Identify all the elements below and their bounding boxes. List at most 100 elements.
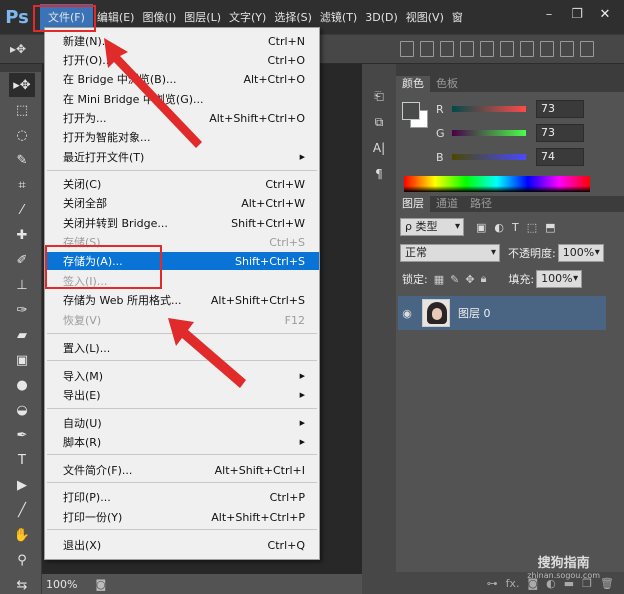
character-panel-icon[interactable]: A| <box>368 138 390 158</box>
restore-icon[interactable]: ❐ <box>564 4 590 24</box>
lock-position-icon[interactable]: ✥ <box>465 273 474 286</box>
tab-layers[interactable]: 图层 <box>396 196 430 212</box>
healing-brush-tool-icon[interactable]: ✚ <box>9 223 35 247</box>
dodge-tool-icon[interactable]: ◒ <box>9 398 35 422</box>
menu-filter[interactable]: 滤镜(T) <box>316 4 361 30</box>
distribute-top-icon[interactable] <box>520 41 534 57</box>
move-tool-icon[interactable]: ▸✥ <box>9 73 35 97</box>
menu-item-file-info[interactable]: 文件简介(F)... Alt+Shift+Ctrl+I <box>45 461 319 479</box>
layer-filter-kind-select[interactable]: ρ 类型 <box>400 218 464 236</box>
filter-shape-icon[interactable]: ⬚ <box>527 221 537 234</box>
lock-image-icon[interactable]: ✎ <box>450 273 459 286</box>
gradient-tool-icon[interactable]: ▣ <box>9 348 35 372</box>
align-bottom-icon[interactable] <box>440 41 454 57</box>
history-panel-icon[interactable]: ⎗ <box>368 86 390 106</box>
blur-tool-icon[interactable]: ● <box>9 373 35 397</box>
quick-select-tool-icon[interactable]: ✎ <box>9 148 35 172</box>
clone-stamp-tool-icon[interactable]: ⊥ <box>9 273 35 297</box>
menu-item-browse-bridge[interactable]: 在 Bridge 中浏览(B)... Alt+Ctrl+O <box>45 70 319 88</box>
submenu-arrow-icon: ▶ <box>299 419 305 427</box>
type-tool-icon[interactable]: T <box>9 448 35 472</box>
tab-swatches[interactable]: 色板 <box>430 76 464 92</box>
opacity-input[interactable]: 100% <box>557 244 604 262</box>
swap-colors-icon[interactable]: ⇆ <box>9 573 35 594</box>
menu-item-new[interactable]: 新建(N)... Ctrl+N <box>45 32 319 50</box>
menu-item-close-go-bridge[interactable]: 关闭并转到 Bridge... Shift+Ctrl+W <box>45 214 319 232</box>
eraser-tool-icon[interactable]: ▰ <box>9 323 35 347</box>
menu-window[interactable]: 窗 <box>448 4 467 30</box>
green-label: G <box>436 126 445 140</box>
red-slider[interactable] <box>452 106 526 112</box>
menu-item-open-recent[interactable]: 最近打开文件(T) ▶ <box>45 148 319 166</box>
menu-3d[interactable]: 3D(D) <box>361 4 402 30</box>
align-hcenter-icon[interactable] <box>480 41 494 57</box>
close-icon[interactable]: ✕ <box>592 4 618 24</box>
menu-item-open-smart-object[interactable]: 打开为智能对象... <box>45 128 319 146</box>
link-icon[interactable]: ⊶ <box>487 577 498 590</box>
marquee-tool-icon[interactable]: ⬚ <box>9 98 35 122</box>
menu-item-automate[interactable]: 自动(U) ▶ <box>45 414 319 432</box>
visibility-eye-icon[interactable]: ◉ <box>398 307 416 320</box>
menu-item-close[interactable]: 关闭(C) Ctrl+W <box>45 175 319 193</box>
brush-tool-icon[interactable]: ✐ <box>9 248 35 272</box>
green-slider[interactable] <box>452 130 526 136</box>
pen-tool-icon[interactable]: ✒ <box>9 423 35 447</box>
lasso-tool-icon[interactable]: ◌ <box>9 123 35 147</box>
actions-panel-icon[interactable]: ⧉ <box>368 112 390 132</box>
path-select-tool-icon[interactable]: ▶ <box>9 473 35 497</box>
fill-input[interactable]: 100% <box>536 270 583 288</box>
crop-tool-icon[interactable]: ⌗ <box>9 173 35 197</box>
blue-value-input[interactable]: 74 <box>536 148 584 166</box>
menu-item-open[interactable]: 打开(O)... Ctrl+O <box>45 51 319 69</box>
filter-pixel-icon[interactable]: ▣ <box>476 221 486 234</box>
red-value-input[interactable]: 73 <box>536 100 584 118</box>
lock-transparent-icon[interactable]: ▦ <box>434 273 444 286</box>
menu-item-revert[interactable]: 恢复(V) F12 <box>45 311 319 329</box>
distribute-bottom-icon[interactable] <box>560 41 574 57</box>
filter-type-icon[interactable]: T <box>512 221 519 234</box>
trash-icon[interactable]: 🗑︎ <box>600 577 614 590</box>
menu-item-print-one-copy[interactable]: 打印一份(Y) Alt+Shift+Ctrl+P <box>45 508 319 526</box>
tab-color[interactable]: 颜色 <box>396 76 430 92</box>
layer-name[interactable]: 图层 0 <box>458 305 491 321</box>
eyedropper-tool-icon[interactable]: ⁄ <box>9 198 35 222</box>
zoom-level[interactable]: 100% <box>46 578 77 591</box>
zoom-tool-icon[interactable]: ⚲ <box>9 548 35 572</box>
menu-item-print[interactable]: 打印(P)... Ctrl+P <box>45 488 319 506</box>
menu-item-open-as[interactable]: 打开为... Alt+Shift+Ctrl+O <box>45 109 319 127</box>
history-brush-tool-icon[interactable]: ✑ <box>9 298 35 322</box>
menu-item-browse-mini-bridge[interactable]: 在 Mini Bridge 中浏览(G)... <box>45 90 319 108</box>
menu-item-close-all[interactable]: 关闭全部 Alt+Ctrl+W <box>45 194 319 212</box>
hand-tool-icon[interactable]: ✋ <box>9 523 35 547</box>
menu-view[interactable]: 视图(V) <box>402 4 448 30</box>
blue-slider[interactable] <box>452 154 526 160</box>
layer-row[interactable]: ◉ 图层 0 <box>398 296 606 330</box>
color-spectrum-ramp[interactable] <box>404 176 590 192</box>
align-right-icon[interactable] <box>500 41 514 57</box>
lock-all-icon[interactable]: 🔒︎ <box>481 272 487 286</box>
green-value-input[interactable]: 73 <box>536 124 584 142</box>
filter-smart-object-icon[interactable]: ⬒ <box>545 221 555 234</box>
status-info-icon[interactable]: ◙ <box>95 578 106 591</box>
minimize-icon[interactable]: – <box>536 4 562 24</box>
distribute-vcenter-icon[interactable] <box>540 41 554 57</box>
line-tool-icon[interactable]: ╱ <box>9 498 35 522</box>
menu-item-export[interactable]: 导出(E) ▶ <box>45 386 319 404</box>
fx-icon[interactable]: fx. <box>506 577 520 590</box>
foreground-color-swatch[interactable] <box>402 102 420 120</box>
tab-paths[interactable]: 路径 <box>464 196 498 212</box>
menu-item-exit[interactable]: 退出(X) Ctrl+Q <box>45 536 319 554</box>
menu-item-import[interactable]: 导入(M) ▶ <box>45 367 319 385</box>
menu-item-scripts[interactable]: 脚本(R) ▶ <box>45 433 319 451</box>
menu-item-place[interactable]: 置入(L)... <box>45 339 319 357</box>
paragraph-panel-icon[interactable]: ¶ <box>368 164 390 184</box>
menu-item-save-for-web[interactable]: 存储为 Web 所用格式... Alt+Shift+Ctrl+S <box>45 291 319 309</box>
move-tool-option-icon[interactable]: ▸✥ <box>10 42 26 56</box>
align-left-icon[interactable] <box>460 41 474 57</box>
align-top-icon[interactable] <box>400 41 414 57</box>
blend-mode-select[interactable]: 正常 <box>400 244 500 262</box>
align-vcenter-icon[interactable] <box>420 41 434 57</box>
distribute-left-icon[interactable] <box>580 41 594 57</box>
tab-channels[interactable]: 通道 <box>430 196 464 212</box>
filter-adjustment-icon[interactable]: ◐ <box>494 221 504 234</box>
